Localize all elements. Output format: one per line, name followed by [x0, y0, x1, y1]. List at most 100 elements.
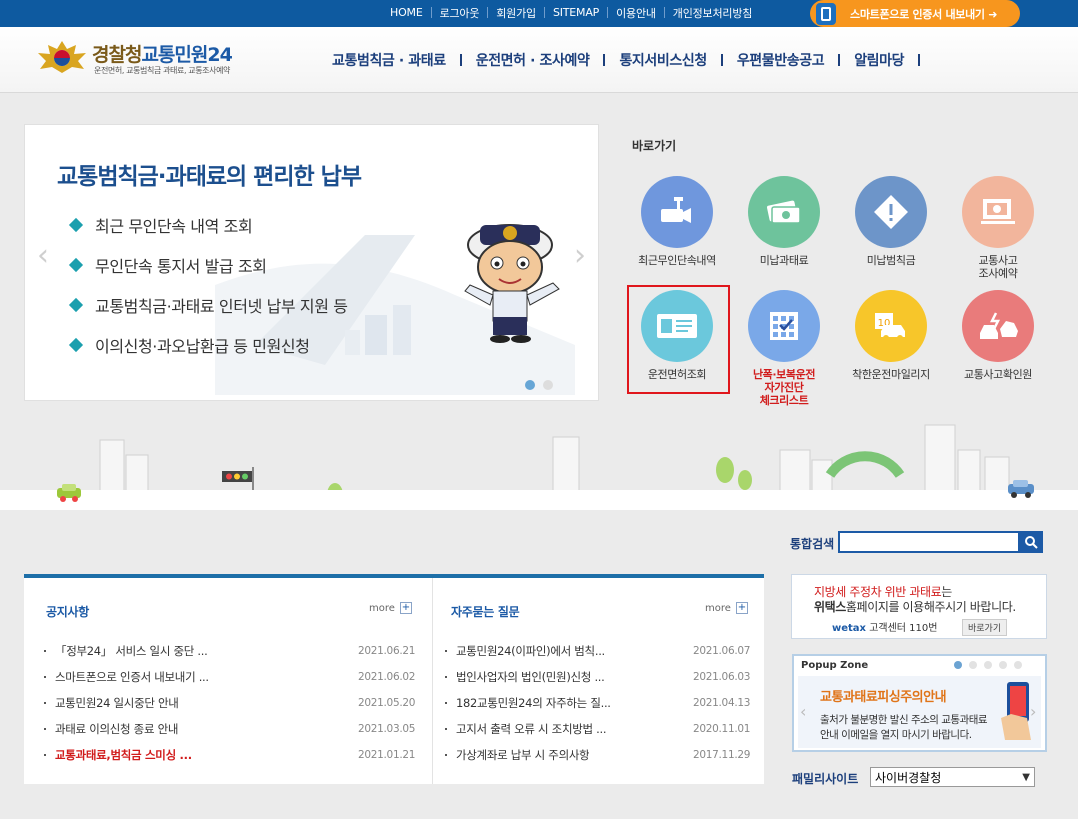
slider-dot[interactable]: [543, 380, 553, 390]
search-label: 통합검색: [790, 537, 835, 551]
popup-zone-title: Popup Zone: [801, 660, 869, 671]
car-left-icon: [57, 484, 81, 502]
smartphone-icon: [816, 2, 836, 25]
quick-link-label: 미납범칙금: [866, 254, 916, 267]
faq-row[interactable]: 182교통민원24의 자주하는 질... 2021.04.13: [445, 690, 755, 716]
menu-license[interactable]: 운전면허 · 조사예약: [462, 50, 604, 70]
notice-row[interactable]: 교통과태료,범칙금 스미싱 ... 2021.01.21: [44, 742, 418, 768]
police-emblem-icon: [38, 41, 86, 73]
quick-link-label: 교통사고확인원: [963, 368, 1033, 381]
wetax-go-button[interactable]: 바로가기: [962, 619, 1008, 636]
smartphone-certificate-button[interactable]: 스마트폰으로 인증서 내보내기 ➜: [810, 0, 1020, 27]
slider-feature-item: 교통범칙금·과태료 인터넷 납부 지원 등: [68, 285, 348, 325]
search-button[interactable]: [1019, 531, 1043, 553]
top-link-sitemap[interactable]: SITEMAP: [545, 6, 607, 19]
road-strip: [0, 480, 1078, 510]
top-link-home[interactable]: HOME: [382, 6, 431, 19]
warning-icon: [855, 176, 927, 248]
faq-row[interactable]: 고지서 출력 오류 시 조치방법 ... 2020.11.01: [445, 716, 755, 742]
popup-line: 출처가 불분명한 발신 주소의 교통과태료: [820, 714, 988, 726]
top-link-privacy[interactable]: 개인정보처리방침: [665, 5, 760, 21]
top-link-guide[interactable]: 이용안내: [608, 5, 664, 21]
notice-row[interactable]: 「정부24」 서비스 일시 중단 ... 2021.06.21: [44, 638, 418, 664]
popup-banner[interactable]: 교통과태료피싱주의안내 출처가 불분명한 발신 주소의 교통과태료 안내 이메일…: [798, 676, 1041, 748]
cctv-camera-icon: [641, 176, 713, 248]
police-mascot-image: [464, 224, 560, 343]
quick-link-accident-reservation[interactable]: 교통사고 조사예약: [950, 176, 1046, 280]
family-site-selected: 사이버경찰청: [875, 770, 942, 785]
quick-link-label: 미납과태료: [759, 254, 809, 267]
quick-link-unpaid-penalty[interactable]: 미납범칙금: [843, 176, 939, 267]
menu-notice-board[interactable]: 알림마당: [840, 50, 918, 70]
notice-title[interactable]: 공지사항: [46, 603, 89, 620]
notice-row[interactable]: 교통민원24 일시중단 안내 2021.05.20: [44, 690, 418, 716]
faq-row[interactable]: 교통민원24(이파인)에서 범칙... 2021.06.07: [445, 638, 755, 664]
popup-line: 안내 이메일을 열지 마시기 바랍니다.: [820, 729, 972, 741]
slider-headline: 교통범칙금·과태료의 편리한 납부: [57, 164, 362, 190]
popup-prev-arrow-icon[interactable]: ‹: [800, 702, 806, 721]
diamond-bullet-icon: [68, 257, 84, 273]
faq-row[interactable]: 가상계좌로 납부 시 주의사항 2017.11.29: [445, 742, 755, 768]
quick-link-unpaid-fine[interactable]: 미납과태료: [736, 176, 832, 267]
popup-headline: 교통과태료피싱주의안내: [820, 690, 947, 705]
quick-link-self-diagnosis[interactable]: 난폭·보복운전 자가진단 체크리스트: [736, 290, 832, 407]
popup-dot[interactable]: [999, 661, 1007, 669]
menu-returned-mail[interactable]: 우편물반송공고: [723, 50, 838, 70]
slider-feature-item: 무인단속 통지서 발급 조회: [68, 245, 348, 285]
faq-board: 자주묻는 질문 more + 교통민원24(이파인)에서 범칙... 2021.06…: [432, 578, 764, 784]
faq-row[interactable]: 법인사업자의 법인(민원)신청 ... 2021.06.03: [445, 664, 755, 690]
wetax-banner[interactable]: 지방세 주정차 위반 과태료는 위택스홈페이지를 이용해주시기 바랍니다. we…: [791, 574, 1047, 639]
logo-title: 경찰청교통민원24: [92, 44, 233, 66]
quick-link-accident-certificate[interactable]: 교통사고확인원: [950, 290, 1046, 381]
slider-feature-list: 최근 무인단속 내역 조회 무인단속 통지서 발급 조회 교통범칙금·과태료 인…: [68, 205, 348, 365]
notice-row[interactable]: 과태료 이의신청 종료 안내 2021.03.05: [44, 716, 418, 742]
diamond-bullet-icon: [68, 217, 84, 233]
quick-link-label: 착한운전마일리지: [852, 368, 930, 381]
monitor-icon: [962, 176, 1034, 248]
slider-next-arrow-icon[interactable]: ›: [570, 241, 590, 271]
slider-feature-item: 최근 무인단속 내역 조회: [68, 205, 348, 245]
wetax-line2: 위택스홈페이지를 이용해주시기 바랍니다.: [814, 600, 1016, 614]
car-crash-icon: [962, 290, 1034, 362]
quick-link-recent-enforcement[interactable]: 최근무인단속내역: [629, 176, 725, 267]
top-links: HOME 로그아웃 회원가입 SITEMAP 이용안내 개인정보처리방침: [382, 0, 760, 25]
top-link-logout[interactable]: 로그아웃: [432, 5, 488, 21]
popup-dot[interactable]: [1014, 661, 1022, 669]
popup-pagination: [954, 661, 1022, 669]
main-slider: 교통범칙금·과태료의 편리한 납부 최근 무인단속 내역 조회 무인단속 통지서…: [24, 124, 599, 401]
notice-row[interactable]: 스마트폰으로 인증서 내보내기 ... 2021.06.02: [44, 664, 418, 690]
calendar-check-icon: [748, 290, 820, 362]
mileage-car-icon: 10: [855, 290, 927, 362]
family-site-label: 패밀리사이트: [792, 772, 859, 786]
quick-link-good-driving-mileage[interactable]: 10 착한운전마일리지: [843, 290, 939, 381]
smartphone-button-label: 스마트폰으로 인증서 내보내기 ➜: [850, 7, 998, 21]
quick-links-title: 바로가기: [632, 139, 677, 153]
search-icon: [1025, 536, 1038, 549]
family-site-select[interactable]: 사이버경찰청 ▼: [870, 767, 1035, 787]
popup-dot[interactable]: [969, 661, 977, 669]
top-link-join[interactable]: 회원가입: [488, 5, 544, 21]
plus-icon: +: [735, 602, 748, 614]
notice-more-button[interactable]: more +: [369, 602, 412, 614]
faq-more-button[interactable]: more +: [705, 602, 748, 614]
slider-prev-arrow-icon[interactable]: ‹: [33, 241, 53, 271]
faq-title[interactable]: 자주묻는 질문: [451, 603, 520, 620]
notice-board: 공지사항 more + 「정부24」 서비스 일시 중단 ... 2021.06.2…: [24, 578, 432, 784]
search-input[interactable]: [838, 531, 1020, 553]
diamond-bullet-icon: [68, 297, 84, 313]
slider-pagination: [525, 380, 553, 390]
menu-notification[interactable]: 통지서비스신청: [605, 50, 720, 70]
logo-subtitle: 운전면허, 교통범칙금 과태료, 교통조사예약: [94, 66, 230, 75]
popup-next-arrow-icon[interactable]: ›: [1030, 702, 1036, 721]
popup-dot[interactable]: [984, 661, 992, 669]
car-right-icon: [1008, 480, 1034, 498]
wetax-center: wetax 고객센터 110번: [832, 623, 938, 634]
slider-dot[interactable]: [525, 380, 535, 390]
slider-feature-item: 이의신청·과오납환급 등 민원신청: [68, 325, 348, 365]
site-logo[interactable]: 경찰청교통민원24 운전면허, 교통범칙금 과태료, 교통조사예약: [34, 39, 264, 79]
menu-fines[interactable]: 교통범칙금 · 과태료: [318, 50, 460, 70]
popup-dot[interactable]: [954, 661, 962, 669]
board-panel: 공지사항 more + 「정부24」 서비스 일시 중단 ... 2021.06.2…: [24, 574, 764, 784]
chevron-down-icon: ▼: [1022, 771, 1030, 783]
highlight-box: [627, 285, 730, 394]
